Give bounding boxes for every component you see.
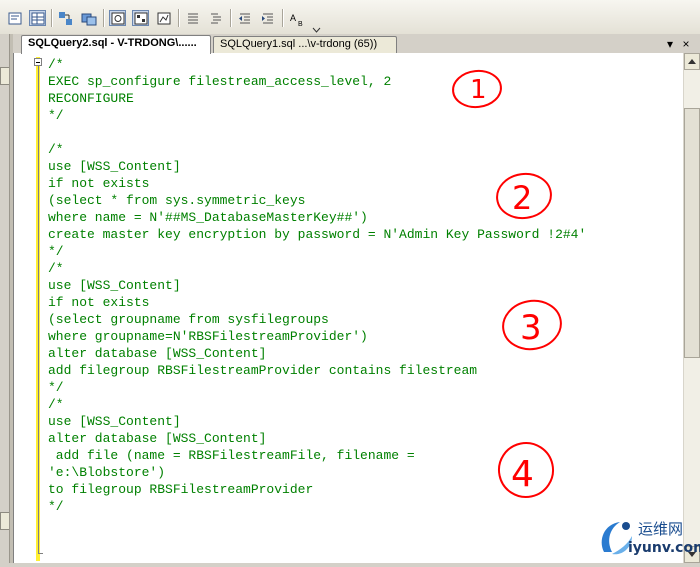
toolbar-overflow-chevron-icon[interactable] [312,22,321,33]
client-statistics-icon[interactable] [155,10,172,26]
results-to-file-icon[interactable] [57,10,74,26]
left-panel-strip [0,34,14,563]
results-to-text-icon[interactable] [6,10,23,26]
toolbar-separator [282,9,283,27]
include-actual-plan-icon[interactable] [80,10,97,26]
comment-lines-icon[interactable] [184,10,201,26]
sql-editor-toolbar: A B [0,0,700,35]
annotation-circle-3: 3 [502,299,562,351]
toolbar-separator [230,9,231,27]
increase-indent-icon[interactable] [259,10,276,26]
code-line[interactable]: add filegroup RBSFilestreamProvider cont… [48,362,586,379]
template-label-b: B [298,21,303,27]
annotation-circle-2: 2 [496,172,552,220]
query-options-icon[interactable] [109,10,126,26]
template-label-a: A [290,13,296,23]
close-icon[interactable]: × [680,37,692,51]
annotation-number-2: 2 [512,179,532,217]
tab-list-dropdown-icon[interactable]: ▾ [664,37,676,51]
outline-guide [38,66,39,554]
code-line[interactable] [48,124,586,141]
code-line[interactable]: /* [48,141,586,158]
vertical-scrollbar[interactable] [683,53,700,563]
toolbar-separator [51,9,52,27]
watermark-domain: iyunv.com [628,540,700,556]
annotation-circle-1: 1 [452,69,502,109]
specify-template-values-icon[interactable]: A B [288,10,305,27]
toolbar-separator [103,9,104,27]
query-editor[interactable]: /* EXEC sp_configure filestream_access_le… [13,53,684,563]
display-plan-icon[interactable] [132,10,149,26]
code-line[interactable]: */ [48,379,586,396]
annotation-circle-4: 4 [498,442,554,498]
scroll-up-button[interactable] [684,53,700,70]
uncomment-lines-icon[interactable] [207,10,224,26]
annotation-number-1: 1 [470,75,487,105]
code-line[interactable]: /* [48,396,586,413]
code-line[interactable]: use [WSS_Content] [48,413,586,430]
tab-sqlquery2[interactable]: SQLQuery2.sql - V-TRDONG\...... [21,35,211,54]
code-line[interactable]: /* [48,260,586,277]
document-tab-strip: SQLQuery2.sql - V-TRDONG\...... SQLQuery… [13,34,700,54]
scroll-thumb[interactable] [684,108,700,358]
watermark-brand: 运维网 [638,520,684,538]
decrease-indent-icon[interactable] [236,10,253,26]
code-line[interactable]: use [WSS_Content] [48,277,586,294]
toolbar-separator [178,9,179,27]
site-watermark: 运维网 iyunv.com [594,512,700,563]
annotation-number-3: 3 [520,308,542,348]
code-line[interactable]: create master key encryption by password… [48,226,586,243]
annotation-number-4: 4 [511,454,534,495]
results-to-grid-icon[interactable] [29,10,46,26]
code-line[interactable]: */ [48,243,586,260]
collapse-outline-icon[interactable] [34,58,42,66]
outline-guide-end [38,553,43,554]
tab-sqlquery1[interactable]: SQLQuery1.sql ...\v-trdong (65)) [213,36,397,53]
